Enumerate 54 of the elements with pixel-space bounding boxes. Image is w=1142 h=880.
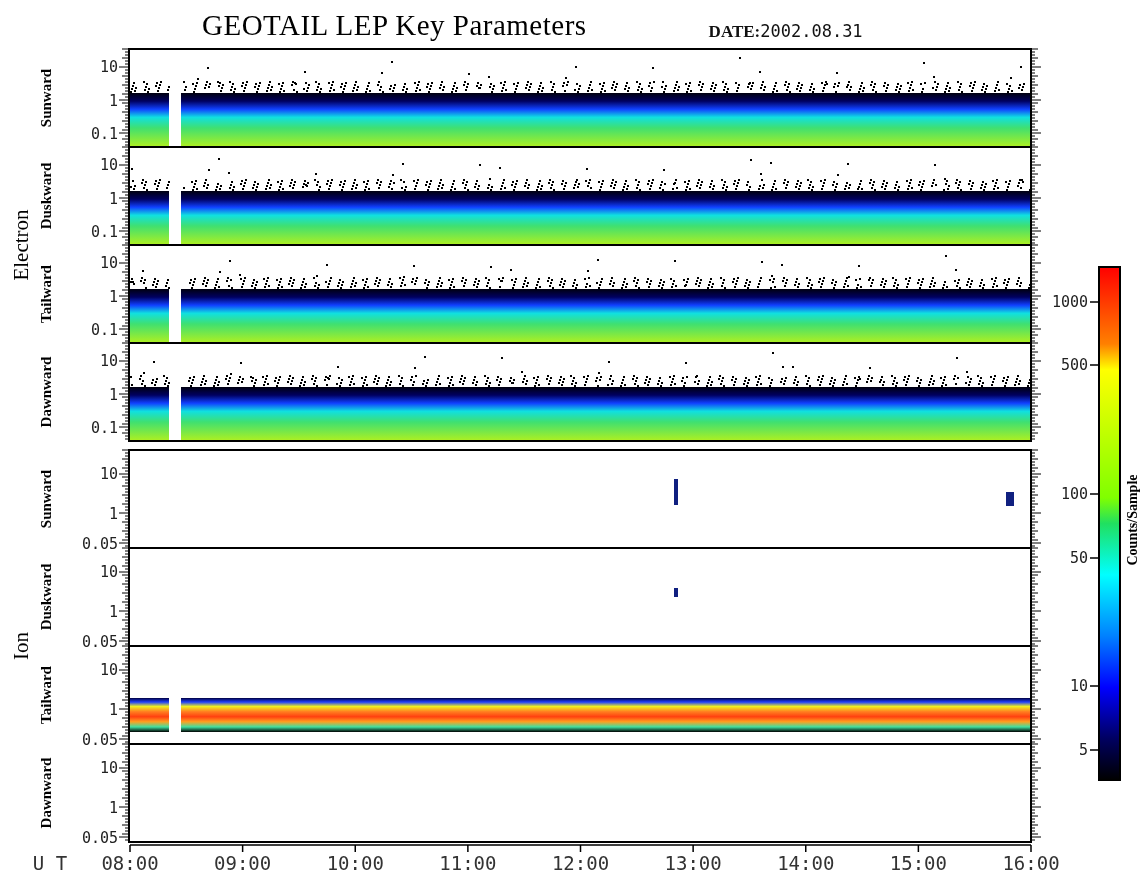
panel-label: Sunward	[38, 68, 54, 128]
x-tick-label: 13:00	[664, 852, 722, 874]
date-label: DATE:2002.08.31	[708, 21, 863, 42]
y-tick-label: 1	[108, 505, 118, 523]
y-tick-label: 1	[108, 799, 118, 817]
panel-label: Tailward	[38, 666, 54, 724]
x-tick-label: 16:00	[1002, 852, 1060, 874]
y-tick-label: 1	[108, 701, 118, 719]
y-tick-label: 1	[108, 288, 118, 306]
y-tick-label: 10	[99, 352, 118, 370]
axis-label: U T	[32, 852, 68, 874]
group-label: Electron	[9, 209, 33, 281]
colorbar-tick-label: 50	[1069, 549, 1088, 567]
y-tick-label: 1	[108, 603, 118, 621]
panel-label: Tailward	[38, 265, 54, 323]
x-tick-label: 10:00	[326, 852, 384, 874]
panel-label: Duskward	[38, 563, 54, 631]
panel-label: Sunward	[38, 469, 54, 529]
y-tick-label: 0.1	[90, 223, 118, 241]
y-tick-label: 10	[99, 759, 118, 777]
x-tick-label: 08:00	[101, 852, 159, 874]
y-tick-label: 1	[108, 386, 118, 404]
y-tick-label: 0.05	[81, 829, 118, 843]
y-tick-label: 1	[108, 92, 118, 110]
y-tick-label: 0.05	[81, 535, 118, 553]
group-label: Ion	[9, 632, 33, 660]
panel-label: Dawnward	[38, 356, 54, 428]
y-tick-label: 0.1	[90, 419, 118, 437]
colorbar-tick-label: 100	[1060, 485, 1088, 503]
colorbar-tick-label: 1000	[1051, 293, 1088, 311]
y-tick-label: 10	[99, 58, 118, 76]
colorbar-label: Counts/Sample	[1125, 474, 1140, 566]
colorbar-tick-label: 10	[1069, 677, 1088, 695]
x-tick-label: 15:00	[889, 852, 947, 874]
y-tick-label: 10	[99, 661, 118, 679]
x-tick-label: 14:00	[777, 852, 835, 874]
y-tick-label: 10	[99, 156, 118, 174]
panel-label: Duskward	[38, 162, 54, 230]
y-tick-label: 0.05	[81, 633, 118, 651]
x-tick-label: 11:00	[439, 852, 497, 874]
colorbar-tick-label: 500	[1060, 356, 1088, 374]
y-tick-label: 0.1	[90, 125, 118, 143]
y-tick-label: 10	[99, 465, 118, 483]
x-tick-label: 12:00	[551, 852, 610, 874]
panel-label: Dawnward	[38, 757, 54, 829]
plot-title: GEOTAIL LEP Key Parameters	[202, 9, 587, 42]
y-tick-label: 0.05	[81, 731, 118, 749]
y-tick-label: 10	[99, 254, 118, 272]
colorbar-tick-label: 5	[1078, 741, 1088, 759]
spectrogram-drawing	[674, 588, 678, 597]
y-tick-label: 10	[99, 563, 118, 581]
y-tick-label: 1	[108, 190, 118, 208]
x-tick-label: 09:00	[214, 852, 272, 874]
y-tick-label: 0.1	[90, 321, 118, 339]
